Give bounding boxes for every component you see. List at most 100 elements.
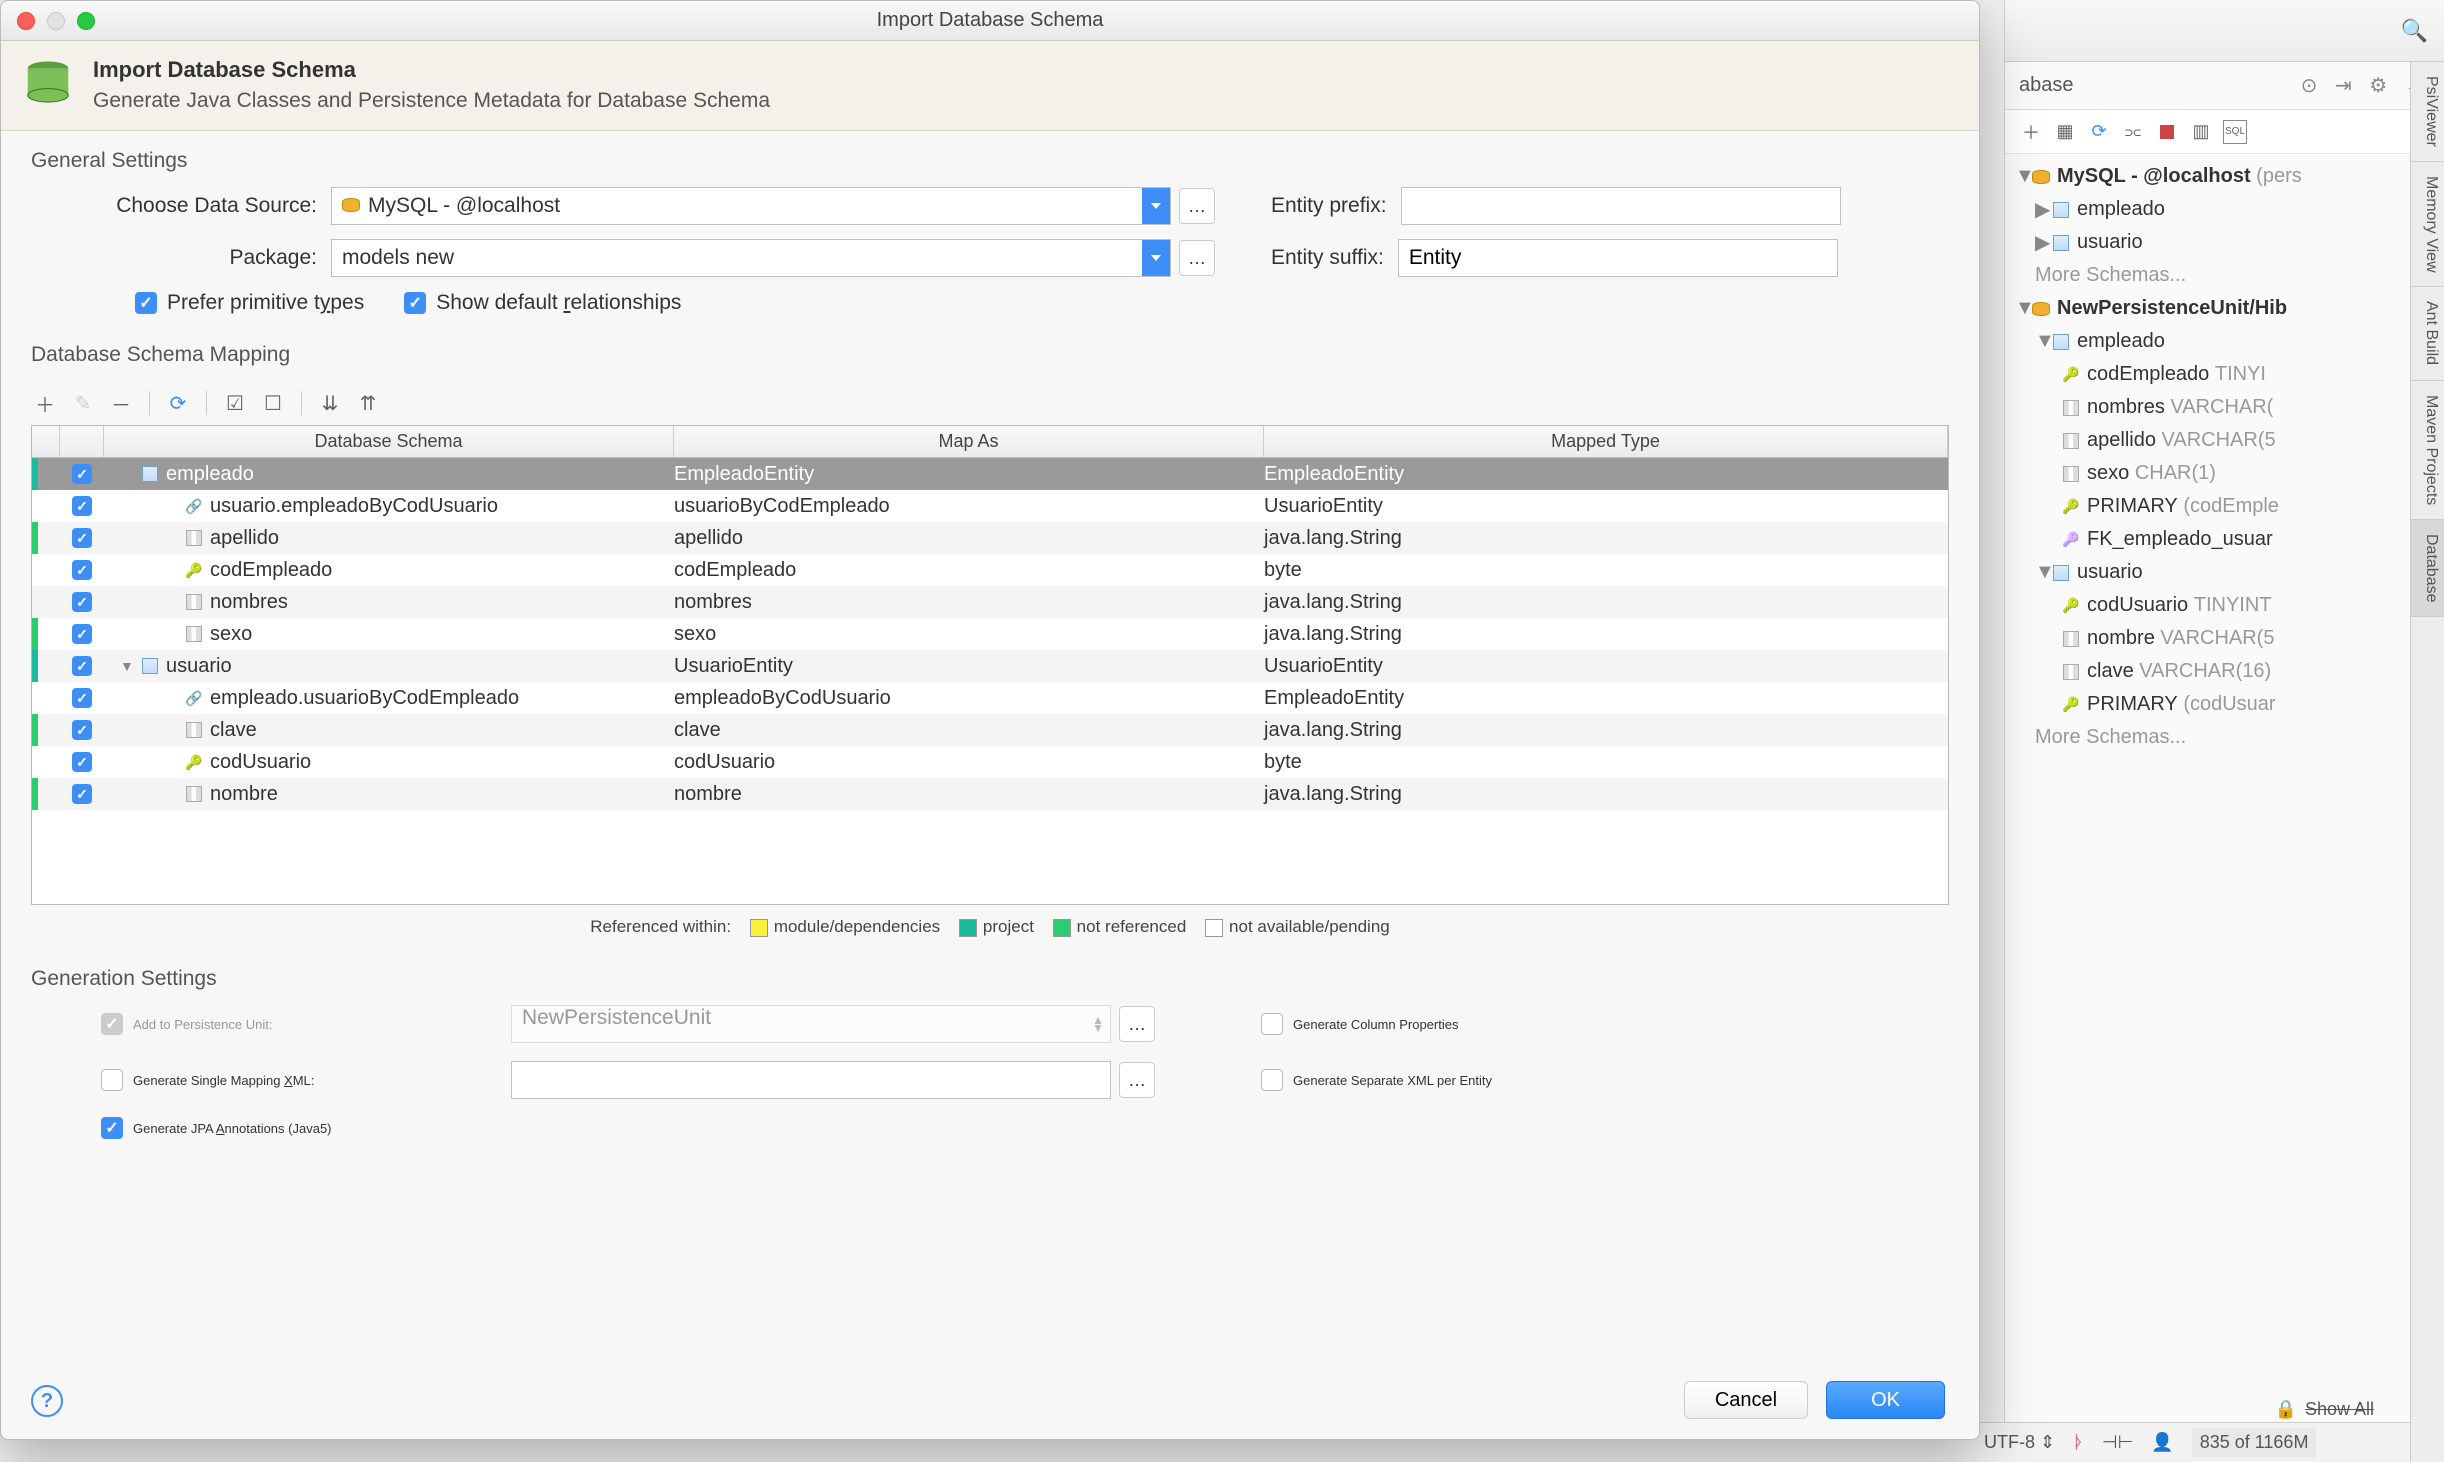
col-database-schema[interactable]: Database Schema	[104, 426, 674, 457]
persistence-unit-node[interactable]: ▼NewPersistenceUnit/Hib	[2005, 292, 2444, 325]
add-icon[interactable]: ＋	[31, 389, 59, 417]
datasource-combo[interactable]: MySQL - @localhost	[331, 187, 1171, 225]
col-nombre[interactable]: nombre VARCHAR(5	[2005, 622, 2444, 655]
col-codUsuario[interactable]: codUsuario TINYINT	[2005, 589, 2444, 622]
pu-browse-button[interactable]: …	[1119, 1006, 1155, 1042]
table-row[interactable]: ▼usuarioUsuarioEntityUsuarioEntity	[32, 650, 1948, 682]
table-row[interactable]: claveclavejava.lang.String	[32, 714, 1948, 746]
ok-button[interactable]: OK	[1826, 1381, 1945, 1419]
col-codEmpleado[interactable]: codEmpleado TINYI	[2005, 358, 2444, 391]
row-checkbox[interactable]	[72, 528, 92, 548]
row-checkbox[interactable]	[72, 656, 92, 676]
table-row[interactable]: codUsuariocodUsuariobyte	[32, 746, 1948, 778]
gear-icon[interactable]: ⚙	[2369, 75, 2387, 97]
gen-single-xml-checkbox[interactable]: Generate Single Mapping XML:	[101, 1069, 511, 1091]
more-schemas-1[interactable]: More Schemas...	[2005, 259, 2444, 292]
refresh-icon[interactable]: ⟳	[2087, 120, 2111, 144]
gen-column-props-checkbox[interactable]: Generate Column Properties	[1261, 1013, 1458, 1035]
pu-usuario[interactable]: ▼usuario	[2005, 556, 2444, 589]
table-empleado-node[interactable]: ▶empleado	[2005, 193, 2444, 226]
sql-console-icon[interactable]: ▦	[2053, 120, 2077, 144]
row-checkbox[interactable]	[72, 752, 92, 772]
showall-indicator[interactable]: 🔒Show All	[2275, 1399, 2374, 1420]
stop-icon[interactable]	[2155, 120, 2179, 144]
chevron-down-icon[interactable]	[1142, 240, 1170, 276]
show-default-relationships-checkbox[interactable]: Show default relationships	[404, 291, 681, 315]
package-combo[interactable]: models new	[331, 239, 1171, 277]
collapse-icon[interactable]: ⇈	[354, 389, 382, 417]
gen-jpa-annotations-checkbox[interactable]: Generate JPA Annotations (Java5)	[101, 1117, 332, 1139]
expand-icon[interactable]: ⇊	[316, 389, 344, 417]
edit-icon[interactable]: ✎	[69, 389, 97, 417]
dialog-titlebar[interactable]: Import Database Schema	[1, 1, 1979, 41]
datasource-browse-button[interactable]: …	[1179, 188, 1215, 224]
mapping-section: Database Schema Mapping	[1, 325, 1979, 367]
prefer-primitive-checkbox[interactable]: Prefer primitive types	[135, 291, 364, 315]
filter-icon[interactable]: ⫗	[2121, 120, 2145, 144]
table-row[interactable]: nombresnombresjava.lang.String	[32, 586, 1948, 618]
help-button[interactable]: ?	[31, 1385, 63, 1417]
entity-prefix-input[interactable]	[1401, 187, 1841, 225]
row-checkbox[interactable]	[72, 560, 92, 580]
git-indicator[interactable]: ᚦ	[2073, 1432, 2084, 1453]
side-tab-maven[interactable]: Maven Projects	[2411, 381, 2444, 520]
search-icon[interactable]: 🔍	[2401, 18, 2428, 44]
col-nombres[interactable]: nombres VARCHAR(	[2005, 391, 2444, 424]
pk-usuario[interactable]: PRIMARY (codUsuar	[2005, 688, 2444, 721]
database-tree[interactable]: ▼ MySQL - @localhost (pers ▶empleado ▶us…	[2005, 154, 2444, 760]
package-browse-button[interactable]: …	[1179, 240, 1215, 276]
more-schemas-2[interactable]: More Schemas...	[2005, 721, 2444, 754]
table-row[interactable]: empleadoEmpleadoEntityEmpleadoEntity	[32, 458, 1948, 490]
gen-separate-xml-checkbox[interactable]: Generate Separate XML per Entity	[1261, 1069, 1492, 1091]
side-tab-psiviewer[interactable]: PsiViewer	[2411, 62, 2444, 162]
col-clave[interactable]: clave VARCHAR(16)	[2005, 655, 2444, 688]
row-checkbox[interactable]	[72, 784, 92, 804]
col-mapped-type[interactable]: Mapped Type	[1264, 426, 1948, 457]
col-apellido[interactable]: apellido VARCHAR(5	[2005, 424, 2444, 457]
xml-browse-button[interactable]: …	[1119, 1062, 1155, 1098]
table-row[interactable]: codEmpleadocodEmpleadobyte	[32, 554, 1948, 586]
table-row[interactable]: empleado.usuarioByCodEmpleadoempleadoByC…	[32, 682, 1948, 714]
table-row[interactable]: usuario.empleadoByCodUsuariousuarioByCod…	[32, 490, 1948, 522]
row-name: apellido	[210, 527, 279, 550]
target-icon[interactable]: ⊙	[2301, 75, 2318, 97]
datasource-node[interactable]: ▼ MySQL - @localhost (pers	[2005, 160, 2444, 193]
deselect-all-icon[interactable]: ☐	[259, 389, 287, 417]
chevron-down-icon[interactable]	[1142, 188, 1170, 224]
collapse-icon[interactable]: ⇥	[2335, 75, 2352, 97]
col-map-as[interactable]: Map As	[674, 426, 1264, 457]
insert-indicator[interactable]: ⊣⊢	[2102, 1432, 2133, 1453]
view-icon[interactable]: ▥	[2189, 120, 2213, 144]
pu-empleado[interactable]: ▼empleado	[2005, 325, 2444, 358]
inspect-indicator[interactable]: 👤	[2151, 1432, 2173, 1453]
row-checkbox[interactable]	[72, 688, 92, 708]
banner-title: Import Database Schema	[93, 57, 770, 83]
col-sexo[interactable]: sexo CHAR(1)	[2005, 457, 2444, 490]
schema-mapping-grid[interactable]: Database Schema Map As Mapped Type emple…	[31, 425, 1949, 905]
table-usuario-node[interactable]: ▶usuario	[2005, 226, 2444, 259]
sql-icon[interactable]: SQL	[2223, 120, 2247, 144]
grid-body[interactable]: empleadoEmpleadoEntityEmpleadoEntityusua…	[32, 458, 1948, 904]
row-checkbox[interactable]	[72, 624, 92, 644]
memory-indicator[interactable]: 835 of 1166M	[2192, 1428, 2317, 1457]
table-row[interactable]: apellidoapellidojava.lang.String	[32, 522, 1948, 554]
pk-empleado[interactable]: PRIMARY (codEmple	[2005, 490, 2444, 523]
fk-empleado[interactable]: FK_empleado_usuar	[2005, 523, 2444, 556]
select-all-icon[interactable]: ☑	[221, 389, 249, 417]
row-checkbox[interactable]	[72, 592, 92, 612]
cancel-button[interactable]: Cancel	[1684, 1381, 1808, 1419]
side-tab-database[interactable]: Database	[2411, 520, 2444, 618]
add-icon[interactable]: ＋	[2019, 120, 2043, 144]
entity-suffix-input[interactable]	[1398, 239, 1838, 277]
row-checkbox[interactable]	[72, 496, 92, 516]
single-xml-path-input[interactable]	[511, 1061, 1111, 1099]
side-tab-ant[interactable]: Ant Build	[2411, 287, 2444, 380]
table-row[interactable]: sexosexojava.lang.String	[32, 618, 1948, 650]
row-checkbox[interactable]	[72, 464, 92, 484]
encoding-indicator[interactable]: UTF-8 ⇕	[1984, 1432, 2055, 1453]
row-checkbox[interactable]	[72, 720, 92, 740]
side-tab-memory[interactable]: Memory View	[2411, 162, 2444, 288]
table-row[interactable]: nombrenombrejava.lang.String	[32, 778, 1948, 810]
remove-icon[interactable]: －	[107, 389, 135, 417]
refresh-icon[interactable]: ⟳	[164, 389, 192, 417]
